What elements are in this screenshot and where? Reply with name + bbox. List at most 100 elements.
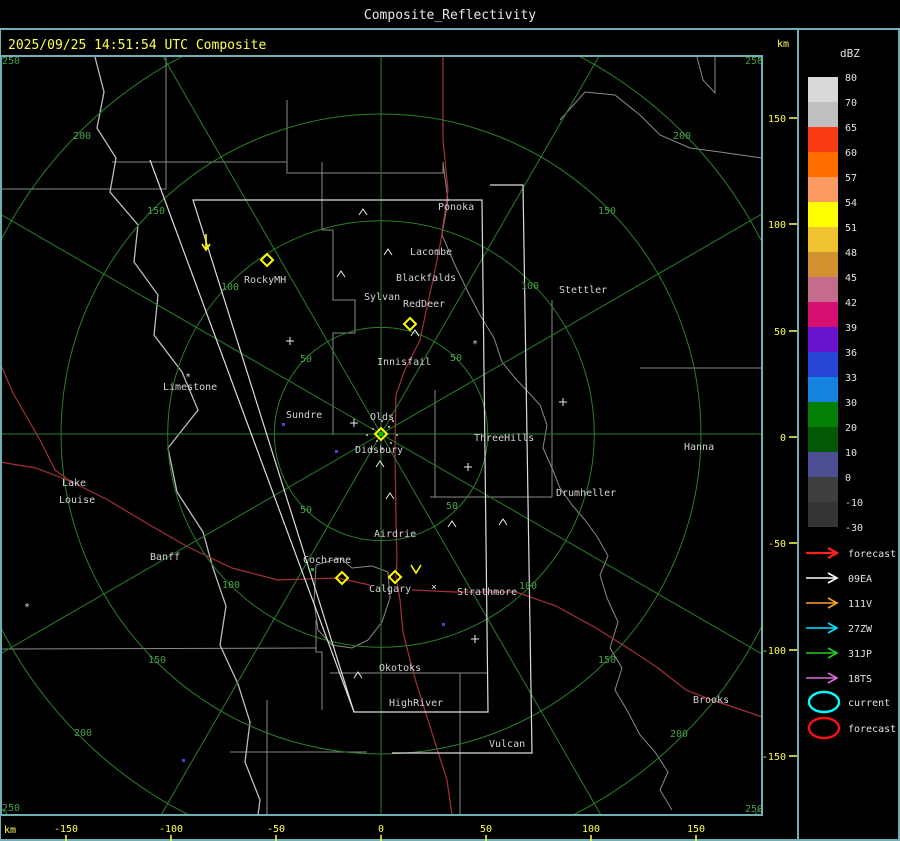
- window-title: Composite_Reflectivity: [364, 8, 536, 23]
- dbz-block-30: [808, 402, 838, 427]
- dbz-label: 45: [845, 273, 857, 284]
- right-axis-label: 0: [780, 433, 786, 444]
- legend-label-27ZW: 27ZW: [848, 624, 873, 635]
- legend-label-09EA: 09EA: [848, 574, 872, 585]
- dbz-label: -30: [845, 523, 863, 534]
- dbz-block-70: [808, 102, 838, 127]
- right-axis-label: 100: [768, 220, 786, 231]
- range-ring-label: 200: [73, 131, 91, 142]
- right-axis-label: 150: [768, 114, 786, 125]
- clutter-speck: [388, 426, 390, 428]
- city-label-didsbury: Didsbury: [355, 445, 403, 456]
- dbz-label: 65: [845, 123, 857, 134]
- colorbar-title: dBZ: [840, 47, 860, 60]
- dbz-label: 33: [845, 373, 857, 384]
- range-ring-label: 100: [521, 281, 539, 292]
- dbz-block--10: [808, 502, 838, 527]
- city-label-drumheller: Drumheller: [556, 488, 616, 499]
- asterisk-marker: *: [472, 339, 478, 350]
- radar-site-dot: [379, 432, 383, 436]
- dbz-label: 39: [845, 323, 857, 334]
- city-label-lake: Lake: [62, 478, 86, 489]
- city-label-brooks: Brooks: [693, 695, 729, 706]
- dbz-label: 60: [845, 148, 857, 159]
- dbz-label: 48: [845, 248, 857, 259]
- city-label-rockymh: RockyMH: [244, 275, 286, 286]
- legend-label-forecast: forecast: [848, 549, 896, 560]
- blue-dot-marker: [282, 423, 285, 426]
- window-background: [0, 0, 900, 841]
- range-ring-label: 50: [446, 501, 458, 512]
- range-ring-label: 50: [300, 505, 312, 516]
- bottom-axis-label: 100: [582, 824, 600, 835]
- dbz-label: 70: [845, 98, 857, 109]
- dbz-label: 54: [845, 198, 857, 209]
- green-dot-marker: [311, 568, 314, 571]
- dbz-block-57: [808, 177, 838, 202]
- city-label-innisfail: Innisfail: [377, 357, 431, 368]
- blue-dot-marker: [335, 450, 338, 453]
- city-label-lacombe: Lacombe: [410, 247, 452, 258]
- asterisk-marker: *: [24, 602, 30, 613]
- km-unit-bottom: km: [4, 825, 16, 836]
- legend-label-31JP: 31JP: [848, 649, 872, 660]
- range-ring-label: 200: [673, 131, 691, 142]
- city-label-calgary: Calgary: [369, 584, 411, 595]
- dbz-label: 80: [845, 73, 857, 84]
- clutter-speck: [376, 440, 378, 442]
- city-label-airdrie: Airdrie: [374, 529, 416, 540]
- x-marker: ×: [431, 582, 437, 593]
- dbz-label: 30: [845, 398, 857, 409]
- right-axis-label: -100: [762, 646, 786, 657]
- dbz-label: 57: [845, 173, 857, 184]
- city-label-louise: Louise: [59, 495, 95, 506]
- dbz-block-36: [808, 352, 838, 377]
- radar-window: Composite_Reflectivity 2025/09/25 14:51:…: [0, 0, 900, 841]
- timestamp-label: 2025/09/25 14:51:54 UTC Composite: [8, 38, 266, 53]
- dbz-label: 51: [845, 223, 857, 234]
- range-ring-label: 250: [745, 56, 763, 67]
- clutter-speck: [366, 434, 368, 436]
- dbz-label: 0: [845, 473, 851, 484]
- dbz-block-20: [808, 427, 838, 452]
- dbz-block-48: [808, 252, 838, 277]
- city-label-ponoka: Ponoka: [438, 202, 474, 213]
- range-ring-label: 50: [300, 354, 312, 365]
- dbz-block-51: [808, 227, 838, 252]
- city-label-reddeer: RedDeer: [403, 299, 445, 310]
- range-ring-label: 250: [745, 804, 763, 815]
- dbz-block-10: [808, 452, 838, 477]
- bottom-axis-label: 50: [480, 824, 492, 835]
- dbz-label: 42: [845, 298, 857, 309]
- right-axis-label: 50: [774, 327, 786, 338]
- clutter-speck: [390, 442, 392, 444]
- dbz-block-0: [808, 477, 838, 502]
- dbz-block-33: [808, 377, 838, 402]
- dbz-label: 36: [845, 348, 857, 359]
- range-ring-label: 100: [221, 282, 239, 293]
- dbz-block-54: [808, 202, 838, 227]
- city-label-threehills: ThreeHills: [474, 433, 534, 444]
- range-ring-label: 150: [598, 655, 616, 666]
- city-label-strathmore: Strathmore: [457, 587, 517, 598]
- blue-dot-marker: [442, 623, 445, 626]
- city-label-highriver: HighRiver: [389, 698, 443, 709]
- range-ring-label: 100: [519, 581, 537, 592]
- dbz-block-65: [808, 127, 838, 152]
- city-label-limestone: Limestone: [163, 382, 217, 393]
- dbz-block-42: [808, 302, 838, 327]
- city-label-stettler: Stettler: [559, 285, 607, 296]
- city-label-okotoks: Okotoks: [379, 663, 421, 674]
- range-ring-label: 150: [147, 206, 165, 217]
- dbz-label: 10: [845, 448, 857, 459]
- dbz-block-60: [808, 152, 838, 177]
- city-label-sylvan: Sylvan: [364, 292, 400, 303]
- range-ring-label: 250: [2, 56, 20, 67]
- city-label-cochrane: Cochrane: [303, 555, 351, 566]
- city-label-olds: Olds: [370, 412, 394, 423]
- right-axis-label: -50: [768, 539, 786, 550]
- legend-label-111V: 111V: [848, 599, 872, 610]
- bottom-axis-label: -150: [54, 824, 78, 835]
- bottom-axis-label: 0: [378, 824, 384, 835]
- range-ring-label: 100: [222, 580, 240, 591]
